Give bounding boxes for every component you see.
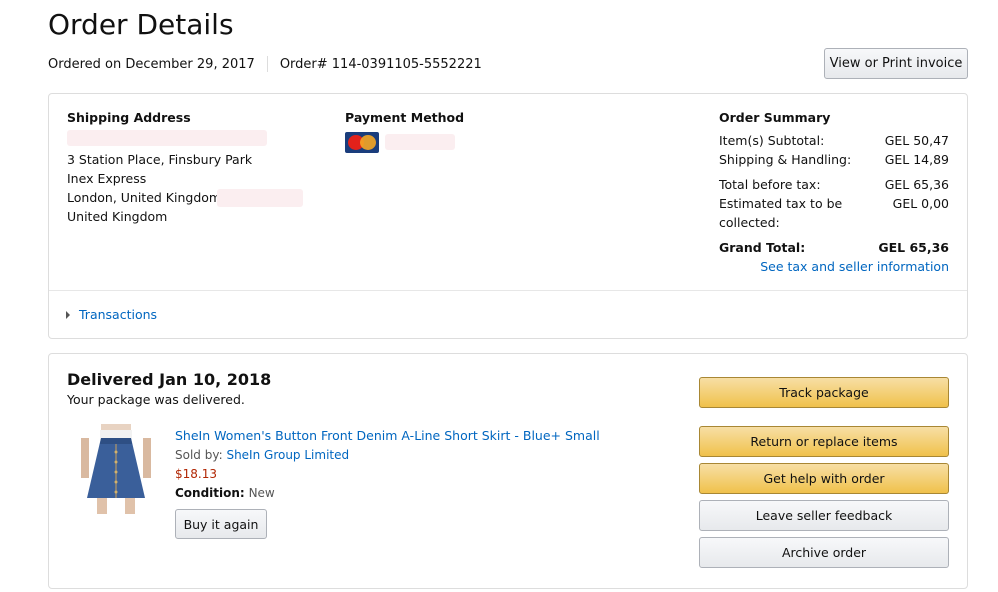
summary-row: Total before tax: GEL 65,36 — [719, 177, 949, 192]
address-line: London, United Kingdom — [67, 190, 222, 205]
order-info-box: Shipping Address 3 Station Place, Finsbu… — [48, 93, 968, 339]
address-line: United Kingdom — [67, 209, 168, 224]
item-condition: Condition: New — [175, 486, 275, 500]
archive-order-button[interactable]: Archive order — [699, 537, 949, 568]
grand-total-row: Grand Total: GEL 65,36 — [719, 240, 949, 255]
page-title: Order Details — [48, 8, 234, 41]
address-line: 3 Station Place, Finsbury Park — [67, 152, 253, 167]
track-package-button[interactable]: Track package — [699, 377, 949, 408]
payment-method-title: Payment Method — [345, 110, 465, 125]
summary-row: Item(s) Subtotal: GEL 50,47 — [719, 133, 949, 148]
seller-link[interactable]: SheIn Group Limited — [226, 448, 349, 462]
product-image[interactable] — [71, 424, 161, 514]
summary-row-continued: collected: — [719, 215, 780, 230]
divider — [49, 290, 967, 291]
get-help-button[interactable]: Get help with order — [699, 463, 949, 494]
shipping-address-title: Shipping Address — [67, 110, 191, 125]
sold-by: Sold by: SheIn Group Limited — [175, 448, 350, 462]
transactions-toggle[interactable]: Transactions — [66, 307, 157, 322]
address-line: Inex Express — [67, 171, 147, 186]
summary-row: Shipping & Handling: GEL 14,89 — [719, 152, 949, 167]
tax-info-row: See tax and seller information — [719, 259, 949, 274]
redacted-name — [67, 130, 267, 146]
tax-seller-info-link[interactable]: See tax and seller information — [760, 259, 949, 274]
order-meta: Ordered on December 29, 2017 Order# 114-… — [48, 56, 482, 72]
mastercard-icon — [345, 132, 379, 153]
return-replace-button[interactable]: Return or replace items — [699, 426, 949, 457]
transactions-link[interactable]: Transactions — [79, 307, 157, 322]
product-title-link[interactable]: SheIn Women's Button Front Denim A-Line … — [175, 428, 600, 443]
redacted-postcode — [217, 189, 303, 207]
buy-it-again-button[interactable]: Buy it again — [175, 509, 267, 539]
shipment-box: Delivered Jan 10, 2018 Your package was … — [48, 353, 968, 589]
delivery-status-title: Delivered Jan 10, 2018 — [67, 370, 272, 389]
summary-row: Estimated tax to be GEL 0,00 — [719, 196, 949, 211]
view-print-invoice-button[interactable]: View or Print invoice — [824, 48, 968, 79]
order-date: Ordered on December 29, 2017 — [48, 56, 255, 72]
leave-seller-feedback-button[interactable]: Leave seller feedback — [699, 500, 949, 531]
order-summary-title: Order Summary — [719, 110, 831, 125]
delivery-status-subtitle: Your package was delivered. — [67, 392, 245, 407]
divider — [266, 56, 268, 72]
item-price: $18.13 — [175, 467, 217, 481]
order-number: Order# 114-0391105-5552221 — [279, 56, 482, 72]
redacted-card-number — [385, 134, 455, 150]
caret-right-icon — [66, 310, 70, 319]
